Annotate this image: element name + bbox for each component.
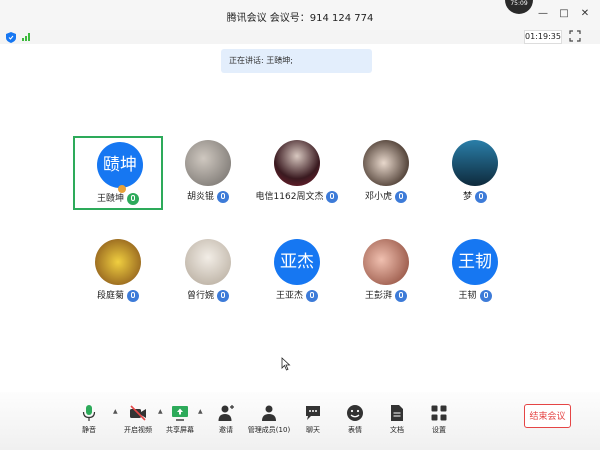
mic-icon[interactable] bbox=[395, 289, 407, 302]
mic-icon[interactable] bbox=[127, 289, 139, 302]
participant-tile[interactable]: 曾行婉 bbox=[163, 235, 253, 309]
minimize-button[interactable]: — bbox=[536, 7, 550, 21]
participant-name: 梦 bbox=[462, 192, 472, 202]
participant-name-row: 电信1162周文杰 bbox=[252, 189, 342, 203]
avatar bbox=[95, 239, 141, 285]
participant-name: 邓小虎 bbox=[364, 192, 392, 202]
invite-button[interactable]: 邀请 bbox=[203, 404, 249, 435]
participant-name: 胡炎锟 bbox=[186, 192, 214, 202]
participant-name-row: 邓小虎 bbox=[341, 189, 431, 203]
avatar bbox=[363, 140, 409, 186]
share-screen-label: 共享屏幕 bbox=[166, 426, 194, 434]
participant-name: 电信1162周文杰 bbox=[255, 192, 324, 202]
participant-tile[interactable]: 亚杰 王亚杰 bbox=[252, 235, 342, 309]
avatar bbox=[185, 239, 231, 285]
maximize-button[interactable]: □ bbox=[557, 7, 571, 21]
participant-name-row: 王韧 bbox=[430, 288, 520, 302]
members-icon bbox=[262, 405, 276, 421]
mic-icon[interactable] bbox=[127, 192, 139, 205]
mic-icon[interactable] bbox=[395, 190, 407, 203]
add-person-icon bbox=[218, 405, 234, 421]
documents-button[interactable]: 文档 bbox=[374, 404, 420, 435]
participant-tile[interactable]: 电信1162周文杰 bbox=[252, 136, 342, 210]
settings-button[interactable]: 设置 bbox=[416, 404, 462, 435]
avatar: 王韧 bbox=[452, 239, 498, 285]
manage-members-label: 管理成员(10) bbox=[247, 426, 291, 434]
avatar bbox=[452, 140, 498, 186]
mic-icon[interactable] bbox=[217, 190, 229, 203]
participant-tile[interactable]: 邓小虎 bbox=[341, 136, 431, 210]
mic-icon[interactable] bbox=[326, 190, 339, 203]
participant-name: 王彭湃 bbox=[364, 291, 392, 301]
document-icon bbox=[391, 405, 403, 421]
reactions-label: 表情 bbox=[348, 426, 362, 434]
end-meeting-button[interactable]: 结束会议 bbox=[524, 404, 571, 428]
documents-label: 文档 bbox=[390, 426, 404, 434]
manage-members-button[interactable]: 管理成员(10) bbox=[246, 404, 292, 435]
mouse-cursor-icon bbox=[281, 357, 291, 371]
emoji-icon bbox=[347, 405, 363, 421]
settings-grid-icon bbox=[431, 405, 447, 421]
meeting-timer: 01:19:35 bbox=[524, 30, 562, 44]
participant-name-row: 梦 bbox=[430, 189, 520, 203]
video-button[interactable]: 开启视频 bbox=[115, 404, 161, 435]
participant-name: 段庭菊 bbox=[96, 291, 124, 301]
participant-tile[interactable]: 赜坤 王赜坤 bbox=[73, 136, 163, 210]
participant-name-row: 胡炎锟 bbox=[163, 189, 253, 203]
participant-name-row: 段庭菊 bbox=[73, 288, 163, 302]
participant-tile[interactable]: 王韧 王韧 bbox=[430, 235, 520, 309]
share-screen-icon bbox=[172, 406, 188, 421]
close-button[interactable]: ✕ bbox=[578, 7, 592, 21]
speaking-banner: 正在讲话: 王赜坤; bbox=[221, 49, 372, 73]
status-bar bbox=[0, 30, 600, 44]
settings-label: 设置 bbox=[432, 426, 446, 434]
microphone-icon bbox=[82, 405, 96, 421]
chat-button[interactable]: 聊天 bbox=[290, 404, 336, 435]
participant-name-row: 王亚杰 bbox=[252, 288, 342, 302]
reactions-button[interactable]: 表情 bbox=[332, 404, 378, 435]
participant-tile[interactable]: 段庭菊 bbox=[73, 235, 163, 309]
participant-tile[interactable]: 梦 bbox=[430, 136, 520, 210]
video-camera-off-icon bbox=[130, 405, 146, 421]
participant-name: 曾行婉 bbox=[186, 291, 214, 301]
participant-tile[interactable]: 胡炎锟 bbox=[163, 136, 253, 210]
participant-name-row: 王赜坤 bbox=[75, 191, 161, 205]
fullscreen-icon[interactable] bbox=[569, 30, 581, 42]
avatar bbox=[363, 239, 409, 285]
participant-tile[interactable]: 王彭湃 bbox=[341, 235, 431, 309]
chat-label: 聊天 bbox=[306, 426, 320, 434]
avatar: 赜坤 bbox=[97, 142, 143, 188]
mic-icon[interactable] bbox=[306, 289, 318, 302]
mic-icon[interactable] bbox=[475, 190, 487, 203]
participant-name-row: 王彭湃 bbox=[341, 288, 431, 302]
participant-name: 王韧 bbox=[458, 291, 477, 301]
mic-icon[interactable] bbox=[479, 289, 492, 302]
participant-name-row: 曾行婉 bbox=[163, 288, 253, 302]
mute-label: 静音 bbox=[82, 426, 96, 434]
share-options-caret[interactable]: ▲ bbox=[198, 408, 203, 415]
invite-label: 邀请 bbox=[219, 426, 233, 434]
avatar: 亚杰 bbox=[274, 239, 320, 285]
avatar bbox=[274, 140, 320, 186]
participant-name: 王赜坤 bbox=[96, 194, 124, 204]
mic-icon[interactable] bbox=[217, 289, 229, 302]
video-label: 开启视频 bbox=[124, 426, 152, 434]
avatar bbox=[185, 140, 231, 186]
chat-icon bbox=[306, 406, 320, 420]
participant-name: 王亚杰 bbox=[275, 291, 303, 301]
share-screen-button[interactable]: 共享屏幕 bbox=[157, 404, 203, 435]
shield-icon[interactable] bbox=[6, 32, 16, 43]
mute-button[interactable]: 静音 bbox=[66, 404, 112, 435]
